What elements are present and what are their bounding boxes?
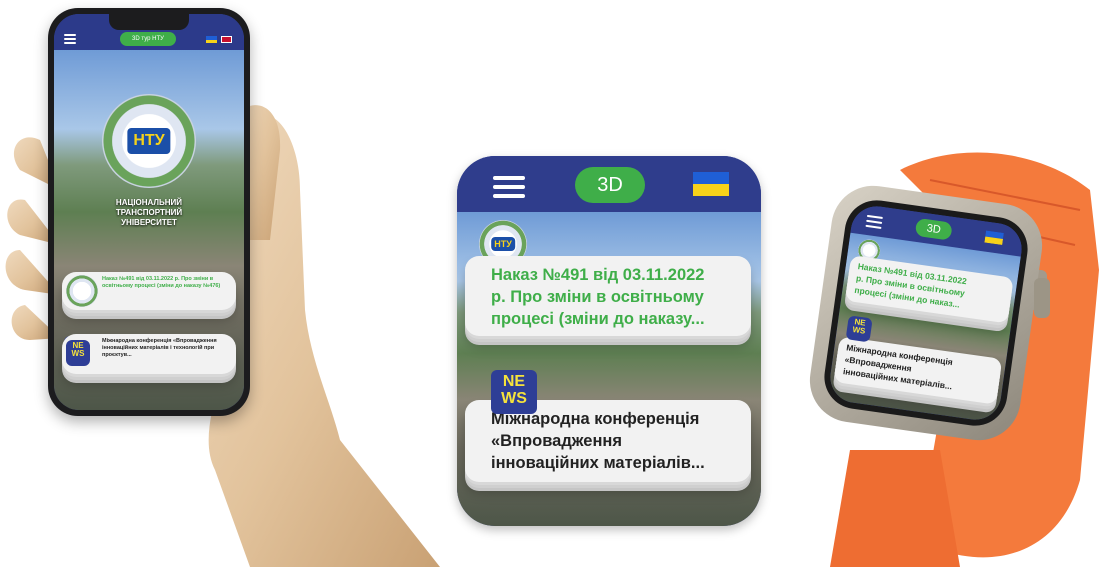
news-badge-line: WS bbox=[71, 349, 85, 359]
tour-3d-button[interactable]: 3D bbox=[914, 217, 953, 241]
news-badge-line: NE bbox=[502, 373, 526, 390]
card-logo-icon bbox=[66, 275, 98, 307]
order-news-card[interactable]: Наказ №491 від 03.11.2022 р. Про зміни в… bbox=[62, 272, 236, 310]
university-name-line: ТРАНСПОРТНИЙ bbox=[115, 208, 183, 217]
order-card-text: Наказ №491 від 03.11.2022 р. Про зміни в… bbox=[491, 264, 747, 330]
phone-notch bbox=[109, 14, 189, 30]
order-card-line: р. Про зміни в освітньому bbox=[491, 288, 704, 306]
smartwatch: 3D Наказ №491 від 03.11.2022 р. Про змін… bbox=[790, 150, 1099, 567]
conference-card-line: інноваційних матеріалів... bbox=[491, 454, 705, 472]
news-badge-line: WS bbox=[501, 389, 527, 407]
order-news-card[interactable]: Наказ №491 від 03.11.2022 р. Про зміни в… bbox=[465, 256, 751, 336]
menu-icon[interactable] bbox=[64, 34, 76, 44]
university-name-line: НАЦІОНАЛЬНИЙ bbox=[115, 198, 183, 207]
menu-icon[interactable] bbox=[493, 176, 525, 198]
watch-screen-large: 3D НТУ Наказ №491 від 03.11.2022 р. Про … bbox=[457, 156, 761, 526]
tour-3d-button[interactable]: 3D bbox=[575, 167, 645, 203]
english-flag-icon[interactable] bbox=[221, 36, 232, 43]
news-badge: NEWS bbox=[491, 370, 537, 414]
watch-screen: 3D Наказ №491 від 03.11.2022 р. Про змін… bbox=[820, 196, 1032, 430]
order-card-line: процесі (зміни до наказу... bbox=[491, 310, 705, 328]
conference-card-text: Міжнародна конференція «Впровадження інн… bbox=[491, 408, 747, 474]
ntu-logo-text: НТУ bbox=[127, 128, 171, 154]
menu-icon[interactable] bbox=[865, 214, 883, 229]
watch-display: 3D Наказ №491 від 03.11.2022 р. Про змін… bbox=[827, 202, 1025, 424]
phone-device: 3D тур НТУ НТУ НАЦІОНАЛЬНИЙ ТРАНСПОРТНИЙ… bbox=[48, 8, 250, 416]
news-badge: NEWS bbox=[845, 315, 873, 343]
ukrainian-flag-icon[interactable] bbox=[984, 230, 1004, 245]
university-name-line: УНІВЕРСИТЕТ bbox=[121, 218, 177, 227]
tour-3d-button[interactable]: 3D тур НТУ bbox=[120, 32, 176, 46]
ntu-emblem: НТУ bbox=[102, 94, 196, 188]
conference-card-line: «Впровадження bbox=[491, 432, 623, 450]
conference-card-text: Міжнародна конференція «Впровадження інн… bbox=[102, 338, 217, 358]
order-card-text: Наказ №491 від 03.11.2022 р. Про зміни в… bbox=[102, 276, 221, 289]
ukrainian-flag-icon[interactable] bbox=[206, 36, 217, 43]
watch-case: 3D Наказ №491 від 03.11.2022 р. Про змін… bbox=[804, 180, 1048, 446]
university-name: НАЦІОНАЛЬНИЙ ТРАНСПОРТНИЙ УНІВЕРСИТЕТ bbox=[54, 198, 244, 228]
digital-crown[interactable] bbox=[1034, 278, 1050, 318]
news-badge-front: NE WS bbox=[66, 340, 90, 366]
ntu-logo-text: НТУ bbox=[491, 237, 515, 251]
order-card-line: Наказ №491 від 03.11.2022 bbox=[491, 266, 705, 284]
phone-screen: 3D тур НТУ НТУ НАЦІОНАЛЬНИЙ ТРАНСПОРТНИЙ… bbox=[54, 14, 244, 410]
ukrainian-flag-icon[interactable] bbox=[693, 172, 729, 196]
large-topbar: 3D bbox=[457, 156, 761, 212]
